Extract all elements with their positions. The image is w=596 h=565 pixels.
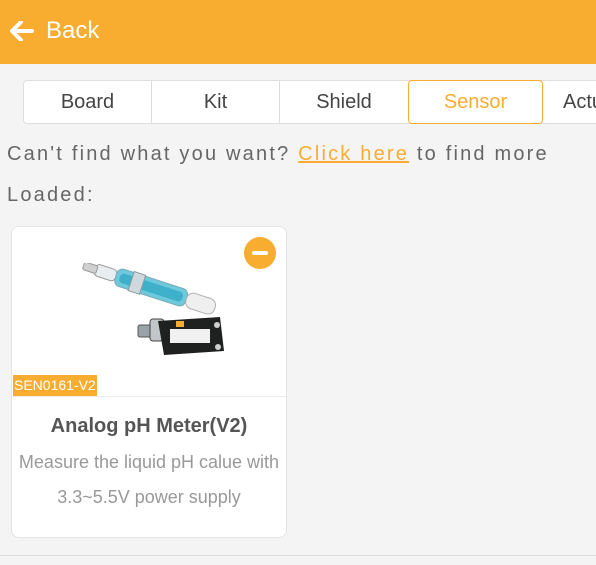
product-title: Analog pH Meter(V2) [50, 415, 248, 437]
product-image-area: SEN0161-V2 [12, 227, 286, 397]
loaded-heading: Loaded: [7, 184, 95, 206]
tab-kit[interactable]: Kit [152, 81, 280, 123]
remove-button[interactable] [244, 237, 276, 269]
search-hint: Can't find what you want? Click here to … [7, 143, 549, 166]
sku-badge: SEN0161-V2 [13, 375, 97, 396]
hint-prefix: Can't find what you want? [7, 143, 291, 165]
bottom-divider [0, 555, 596, 556]
tab-board[interactable]: Board [24, 81, 152, 123]
tab-actuator[interactable]: Actu [543, 81, 596, 123]
product-card[interactable]: SEN0161-V2 Analog pH Meter(V2) Measure t… [11, 226, 287, 538]
ph-meter-image [82, 263, 224, 355]
back-label: Back [46, 17, 100, 44]
back-button[interactable]: Back [10, 16, 99, 46]
tab-shield[interactable]: Shield [280, 81, 408, 123]
app-header: Back [0, 0, 596, 64]
hint-suffix: to find more [416, 143, 549, 165]
category-tabs: Board Kit Shield Sensor Actu [23, 80, 596, 124]
product-description: Measure the liquid pH calue with 3.3~5.5… [18, 452, 280, 507]
tab-sensor[interactable]: Sensor [408, 80, 543, 124]
click-here-link[interactable]: Click here [298, 143, 409, 165]
arrow-left-icon [10, 21, 34, 41]
